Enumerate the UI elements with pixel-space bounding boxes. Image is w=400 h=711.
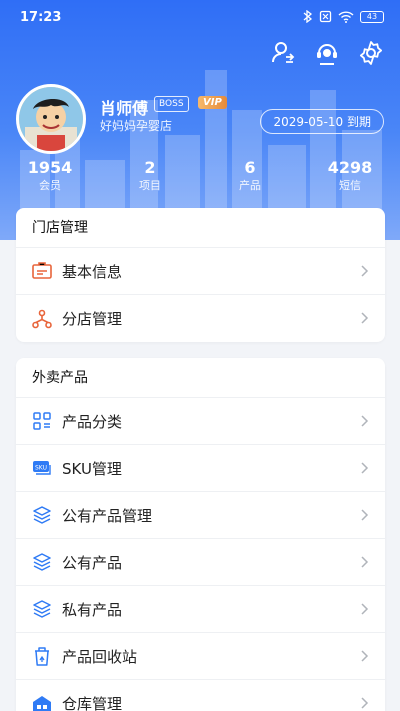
stat-projects[interactable]: 2 项目 [100, 158, 200, 194]
id-card-icon [32, 261, 52, 281]
stat-label: 项目 [139, 179, 161, 192]
menu-label: 产品回收站 [62, 647, 138, 666]
layers-icon [32, 599, 52, 619]
menu-label: 私有产品 [62, 600, 123, 619]
menu-label: 公有产品管理 [62, 506, 153, 525]
status-bar: 17:23 43 [0, 0, 400, 36]
stat-value: 2 [144, 158, 156, 177]
layers-icon [32, 505, 52, 525]
store-name: 好妈妈孕婴店 [100, 119, 173, 133]
stat-products[interactable]: 6 产品 [200, 158, 300, 194]
chevron-right-icon [361, 556, 369, 568]
chevron-right-icon [361, 650, 369, 662]
section-title: 门店管理 [16, 208, 385, 248]
menu-warehouse-management[interactable]: 仓库管理 [16, 680, 385, 711]
stat-value: 1954 [27, 158, 73, 177]
menu-label: 产品分类 [62, 412, 123, 431]
menu-basic-info[interactable]: 基本信息 [16, 248, 385, 295]
store-management-card: 门店管理 基本信息 分店管理 [16, 208, 385, 342]
warehouse-icon [32, 694, 52, 711]
avatar[interactable] [16, 84, 86, 154]
menu-label: 公有产品 [62, 553, 123, 572]
menu-label: 基本信息 [62, 262, 123, 281]
layers-icon [32, 552, 52, 572]
chevron-right-icon [361, 312, 369, 324]
chevron-right-icon [361, 697, 369, 709]
menu-product-recycle-bin[interactable]: 产品回收站 [16, 633, 385, 680]
recycle-icon [32, 646, 52, 666]
stat-value: 6 [244, 158, 256, 177]
svg-text:SKU: SKU [35, 465, 47, 472]
stats-bar: 1954 会员 2 项目 6 产品 4298 短信 [0, 158, 400, 194]
battery-icon: 43 [360, 10, 384, 23]
role-badge: BOSS [154, 96, 189, 112]
stat-members[interactable]: 1954 会员 [0, 158, 100, 194]
vip-badge: VIP [198, 96, 227, 109]
status-time: 17:23 [20, 10, 62, 25]
chevron-right-icon [361, 415, 369, 427]
stat-label: 产品 [239, 179, 261, 192]
menu-private-products[interactable]: 私有产品 [16, 586, 385, 633]
stat-label: 会员 [39, 179, 61, 192]
menu-branch-management[interactable]: 分店管理 [16, 295, 385, 342]
settings-gear-icon[interactable] [358, 40, 384, 66]
menu-sku-management[interactable]: SKU SKU管理 [16, 445, 385, 492]
sku-icon: SKU [32, 458, 52, 478]
chevron-right-icon [361, 603, 369, 615]
menu-label: 仓库管理 [62, 695, 123, 711]
section-title: 外卖产品 [16, 358, 385, 398]
customer-service-icon[interactable] [314, 40, 340, 66]
stat-sms[interactable]: 4298 短信 [300, 158, 400, 194]
stat-label: 短信 [339, 179, 361, 192]
takeout-products-card: 外卖产品 产品分类 SKU SKU管理 公有产品管理 公有产品 私有产品 产品回… [16, 358, 385, 711]
chevron-right-icon [361, 509, 369, 521]
branch-icon [32, 309, 52, 329]
wifi-icon [338, 10, 354, 23]
chevron-right-icon [361, 462, 369, 474]
expire-date-badge[interactable]: 2029-05-10 到期 [260, 109, 384, 134]
menu-public-product-management[interactable]: 公有产品管理 [16, 492, 385, 539]
bluetooth-icon [303, 10, 313, 23]
menu-label: SKU管理 [62, 459, 122, 478]
menu-product-category[interactable]: 产品分类 [16, 398, 385, 445]
chevron-right-icon [361, 265, 369, 277]
category-icon [32, 411, 52, 431]
menu-public-products[interactable]: 公有产品 [16, 539, 385, 586]
sim-off-icon [319, 10, 332, 23]
stat-value: 4298 [327, 158, 373, 177]
switch-user-icon[interactable] [270, 40, 296, 66]
menu-label: 分店管理 [62, 310, 123, 328]
user-name: 肖师傅 [100, 99, 149, 118]
profile-header: 17:23 43 肖师傅 BOSS VIP 好妈妈孕婴店 2029-05-10 … [0, 0, 400, 240]
